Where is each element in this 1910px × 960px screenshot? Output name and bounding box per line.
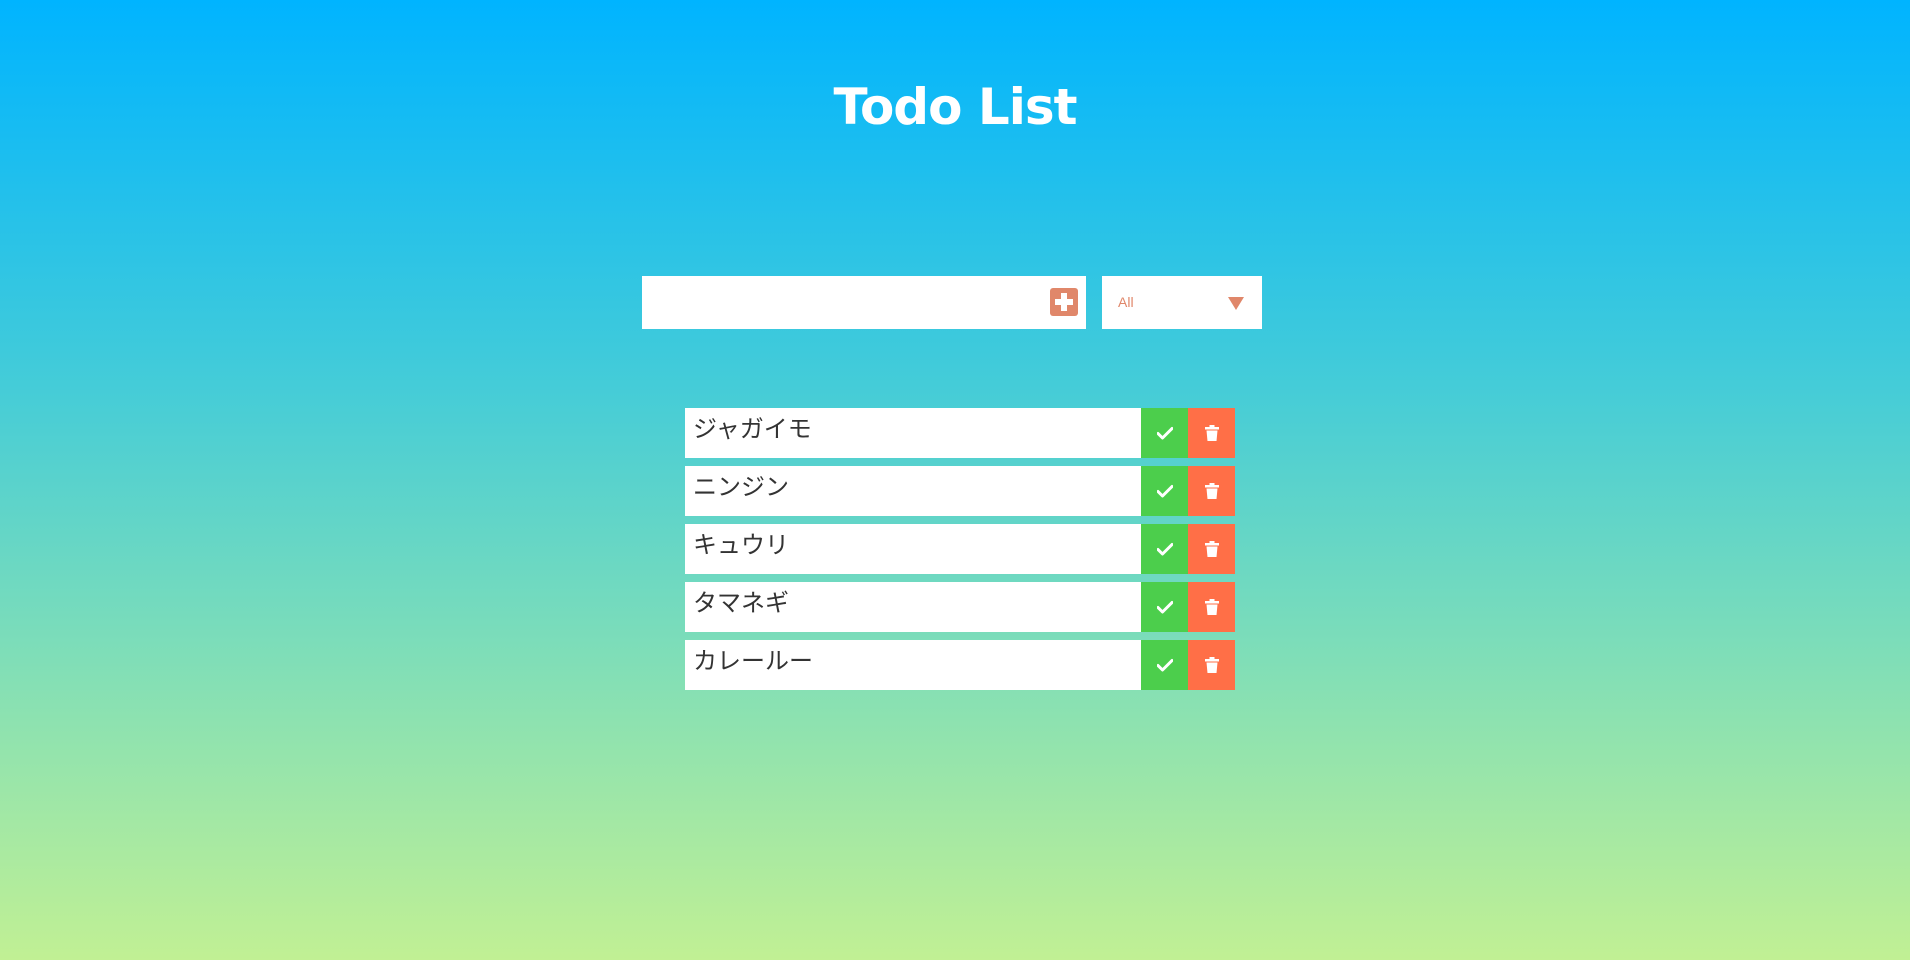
trash-icon [1204,599,1219,615]
delete-button[interactable] [1188,408,1235,458]
complete-button[interactable] [1141,582,1188,632]
todo-text: タマネギ [685,582,1141,632]
delete-button[interactable] [1188,582,1235,632]
todo-item: ジャガイモ [685,408,1235,458]
check-icon [1156,659,1173,672]
todo-label: タマネギ [693,589,789,617]
todo-label: キュウリ [693,531,789,559]
todo-item: ニンジン [685,466,1235,516]
complete-button[interactable] [1141,640,1188,690]
todo-input-container [642,276,1086,329]
trash-icon [1204,541,1219,557]
todo-label: ジャガイモ [693,415,812,443]
todo-item: タマネギ [685,582,1235,632]
plus-icon [1055,293,1073,311]
todo-label: カレールー [693,647,813,675]
trash-icon [1204,483,1219,499]
todo-text: ジャガイモ [685,408,1141,458]
delete-button[interactable] [1188,524,1235,574]
check-icon [1156,485,1173,498]
complete-button[interactable] [1141,408,1188,458]
todo-text: キュウリ [685,524,1141,574]
filter-selected-value: All [1118,294,1134,310]
page-title: Todo List [833,78,1077,136]
delete-button[interactable] [1188,466,1235,516]
todo-item: キュウリ [685,524,1235,574]
todo-text: カレールー [685,640,1141,690]
todo-text: ニンジン [685,466,1141,516]
complete-button[interactable] [1141,466,1188,516]
complete-button[interactable] [1141,524,1188,574]
check-icon [1156,601,1173,614]
trash-icon [1204,425,1219,441]
chevron-down-icon [1228,297,1244,310]
check-icon [1156,543,1173,556]
todo-input[interactable] [642,276,1056,329]
trash-icon [1204,657,1219,673]
todo-item: カレールー [685,640,1235,690]
delete-button[interactable] [1188,640,1235,690]
add-todo-button[interactable] [1050,288,1078,316]
todo-label: ニンジン [693,473,789,501]
check-icon [1156,427,1173,440]
todo-list: ジャガイモ ニンジン キュウリ タマネギ カレールー [685,408,1235,698]
filter-select[interactable]: All [1102,276,1262,329]
